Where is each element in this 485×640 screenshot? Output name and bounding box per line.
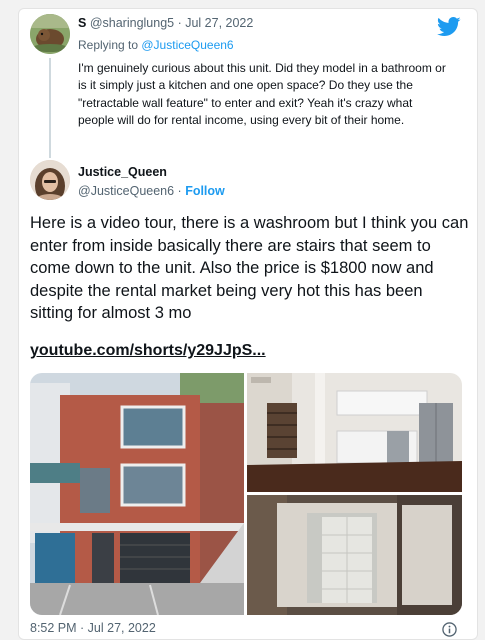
twitter-bird-icon[interactable] (437, 17, 461, 37)
replying-to: Replying to @JusticeQueen6 (78, 38, 234, 52)
avatar-image (30, 160, 70, 200)
house-exterior-image[interactable] (30, 373, 244, 615)
tweet-handle[interactable]: @JusticeQueen6 (78, 184, 174, 198)
tweet-timestamp[interactable]: 8:52 PM · Jul 27, 2022 (30, 621, 156, 635)
info-icon[interactable] (442, 622, 457, 637)
replying-prefix: Replying to (78, 38, 142, 52)
avatar[interactable] (30, 14, 70, 54)
reply-handle-date[interactable]: @sharinglung5 · Jul 27, 2022 (90, 16, 254, 30)
interior-kitchen-image[interactable] (247, 373, 462, 492)
reply-display-name[interactable]: S (78, 16, 86, 30)
tweet-text: Here is a video tour, there is a washroo… (30, 214, 469, 322)
thread-line (49, 58, 51, 158)
youtube-link[interactable]: youtube.com/shorts/y29JJpS... (30, 342, 266, 360)
reply-header: S @sharinglung5 · Jul 27, 2022 (78, 16, 253, 30)
tweet-display-name[interactable]: Justice_Queen (78, 165, 167, 179)
tweet-handle-row: @JusticeQueen6 · Follow (78, 184, 225, 198)
separator: · (174, 184, 186, 198)
avatar[interactable] (30, 160, 70, 200)
follow-button[interactable]: Follow (185, 184, 225, 198)
reply-text: I'm genuinely curious about this unit. D… (78, 61, 446, 127)
avatar-image (30, 14, 70, 54)
media-grid[interactable] (30, 373, 462, 615)
interior-washroom-image[interactable] (247, 495, 462, 615)
replying-to-link[interactable]: @JusticeQueen6 (141, 38, 233, 52)
